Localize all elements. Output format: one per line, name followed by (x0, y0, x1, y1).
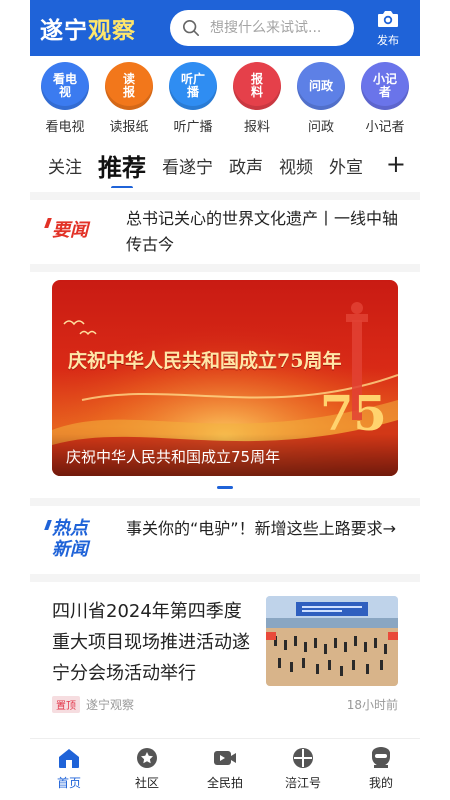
nav-home[interactable]: 首页 (34, 739, 104, 794)
important-news-text: 总书记关心的世界文化遗产丨一线中轴传古今 (126, 209, 399, 254)
article-title: 四川省2024年第四季度重大项目现场推进活动遂宁分会场活动举行 (52, 601, 250, 684)
hot-news-badge: 热点 新闻 (52, 518, 108, 564)
search-icon (182, 19, 200, 37)
profile-icon (372, 747, 390, 768)
important-news-row[interactable]: 要闻 总书记关心的世界文化遗产丨一线中轴传古今 (30, 206, 420, 262)
fujiang-icon (293, 748, 313, 768)
article-thumbnail (266, 596, 398, 686)
tab-item[interactable]: 政声 (229, 153, 263, 178)
publish-label: 发布 (377, 34, 399, 47)
nav-fujiang-label: 涪江号 (284, 776, 321, 790)
important-news-badge: 要闻 (52, 216, 108, 241)
channel-label: 看电视 (45, 120, 85, 135)
search-input[interactable] (210, 20, 340, 36)
top-header: 遂宁观察 发布 (30, 0, 420, 56)
tab-item[interactable]: 外宣 (329, 153, 363, 178)
nav-community-label: 社区 (134, 776, 159, 790)
channel-label: 小记者 (365, 120, 405, 135)
banner-caption: 庆祝中华人民共和国成立75周年 (52, 434, 398, 476)
divider (30, 498, 420, 506)
community-icon (137, 748, 157, 768)
tipoff-channel-icon: 报料 (233, 62, 281, 110)
pinned-badge: 置顶 (52, 695, 80, 713)
channel-item[interactable]: 小记者小记者 (356, 62, 414, 138)
nav-citizen-shoot[interactable]: 全民拍 (190, 739, 260, 794)
article-source: 遂宁观察 (86, 697, 135, 712)
home-icon (59, 749, 79, 768)
hot-news-row[interactable]: 热点 新闻 事关你的“电驴”！新增这些上路要求→ (30, 512, 420, 570)
category-tabs: 关注 推荐 看遂宁 政声 视频 外宣 (30, 142, 420, 188)
nav-fujiang[interactable]: 涪江号 (268, 739, 338, 794)
divider (30, 574, 420, 582)
channel-item[interactable]: 听广播听广播 (164, 62, 222, 138)
add-tab-button[interactable]: + (377, 150, 406, 178)
tab-item[interactable]: 看遂宁 (162, 153, 213, 178)
nav-community[interactable]: 社区 (112, 739, 182, 794)
newspaper-channel-icon: 读报 (105, 62, 153, 110)
carousel-indicator (160, 486, 290, 490)
channel-label: 问政 (307, 120, 334, 135)
bottom-navigation: 首页 社区 全民拍 涪江号 我的 (30, 738, 420, 794)
camera-icon (378, 11, 398, 27)
nav-citizen-shoot-label: 全民拍 (206, 776, 243, 790)
tab-item[interactable]: 视频 (279, 153, 313, 178)
channel-item[interactable]: 读报读报纸 (100, 62, 158, 138)
channel-label: 听广播 (173, 120, 213, 135)
publish-button[interactable]: 发布 (366, 6, 410, 48)
divider (30, 264, 420, 272)
app-logo: 遂宁观察 (40, 17, 136, 44)
nav-profile[interactable]: 我的 (346, 739, 416, 794)
article-meta: 置顶 遂宁观察 18小时前 (52, 694, 398, 714)
app-screen: 遂宁观察 发布 看电视看电视读报读报纸听广播听广播报料报料问政问政小记者小记者 … (30, 0, 420, 800)
tab-item[interactable]: 关注 (48, 153, 82, 178)
radio-channel-icon: 听广播 (169, 62, 217, 110)
channel-item[interactable]: 报料报料 (228, 62, 286, 138)
inquiry-channel-icon: 问政 (297, 62, 345, 110)
carousel-dot-active (217, 486, 233, 489)
channel-label: 报料 (243, 120, 270, 135)
video-camera-icon (214, 751, 236, 765)
tv-channel-icon: 看电视 (41, 62, 89, 110)
young-reporter-channel-icon: 小记者 (361, 62, 409, 110)
search-bar[interactable] (170, 10, 354, 46)
banner-carousel[interactable]: 75 庆祝中华人民共和国成立75周年 庆祝中华人民共和国成立75周年 (52, 280, 398, 476)
nav-home-label: 首页 (56, 776, 81, 790)
channel-item[interactable]: 看电视看电视 (36, 62, 94, 138)
channel-item[interactable]: 问政 问政 (292, 62, 350, 138)
article-card[interactable]: 四川省2024年第四季度重大项目现场推进活动遂宁分会场活动举行 置顶 遂宁观察 … (52, 590, 398, 720)
tab-item[interactable]: 推荐 (98, 148, 146, 188)
divider (30, 192, 420, 200)
article-time: 18小时前 (346, 697, 398, 712)
channel-label: 读报纸 (109, 120, 149, 135)
channel-shortcuts: 看电视看电视读报读报纸 听广播听广播报料报料 问政 问政 小记者小记者 (30, 62, 420, 138)
hot-news-text: 事关你的“电驴”！新增这些上路要求→ (126, 519, 396, 538)
nav-profile-label: 我的 (368, 776, 393, 790)
banner-headline: 庆祝中华人民共和国成立75周年 (68, 350, 342, 372)
